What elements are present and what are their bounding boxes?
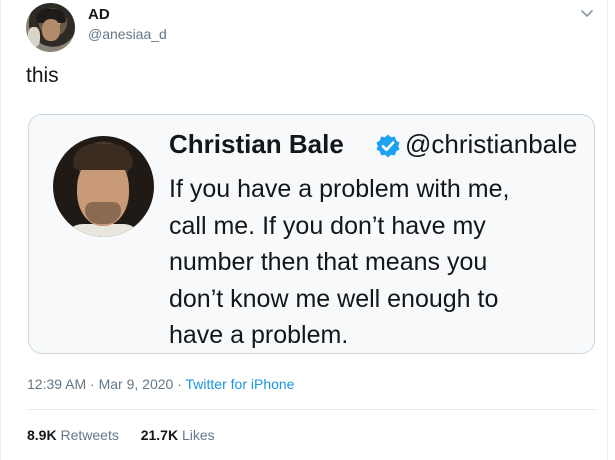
avatar-background <box>28 27 40 47</box>
likes-stat[interactable]: 21.7K Likes <box>141 427 215 443</box>
quoted-avatar-beard <box>85 202 121 224</box>
quoted-avatar-hair <box>73 144 133 170</box>
tweet-stats: 8.9K Retweets 21.7K Likes <box>27 427 233 443</box>
tweet-text: this <box>26 64 59 87</box>
retweets-count: 8.9K <box>27 427 57 443</box>
meta-separator: · <box>177 376 182 392</box>
quoted-author-handle: @christianbale <box>405 129 578 159</box>
verified-badge-icon <box>376 134 400 158</box>
author-handle[interactable]: @anesiaa_d <box>88 26 167 42</box>
quoted-avatar <box>53 136 154 237</box>
tweet-meta: 12:39 AM · Mar 9, 2020 · Twitter for iPh… <box>27 376 294 392</box>
author-name[interactable]: AD <box>88 6 110 23</box>
divider <box>27 409 596 410</box>
avatar-face <box>42 19 60 41</box>
quoted-text: If you have a problem with me, call me. … <box>169 171 579 353</box>
quoted-text-line: have a problem. <box>169 321 349 349</box>
tweet-source-link[interactable]: Twitter for iPhone <box>186 376 295 392</box>
quoted-text-line: call me. If you don’t have my <box>169 211 486 240</box>
tweet: AD @anesiaa_d this Christian Bale @chris… <box>0 0 608 460</box>
retweets-stat[interactable]: 8.9K Retweets <box>27 427 123 443</box>
chevron-down-icon[interactable] <box>579 8 595 20</box>
quoted-text-line: If you have a problem with me, <box>169 175 510 203</box>
quoted-text-line: number then that means you <box>169 248 488 276</box>
tweet-time[interactable]: 12:39 AM <box>27 376 86 392</box>
tweet-date[interactable]: Mar 9, 2020 <box>99 376 174 392</box>
author-avatar[interactable] <box>26 3 75 52</box>
quoted-author-name: Christian Bale <box>169 129 344 159</box>
retweets-label: Retweets <box>60 427 119 443</box>
likes-label: Likes <box>181 427 215 443</box>
likes-count: 21.7K <box>140 427 179 443</box>
meta-separator: · <box>90 376 95 392</box>
quoted-tweet-image[interactable]: Christian Bale @christianbale If you hav… <box>28 114 595 354</box>
quoted-text-line: don’t know me well enough to <box>169 284 499 313</box>
